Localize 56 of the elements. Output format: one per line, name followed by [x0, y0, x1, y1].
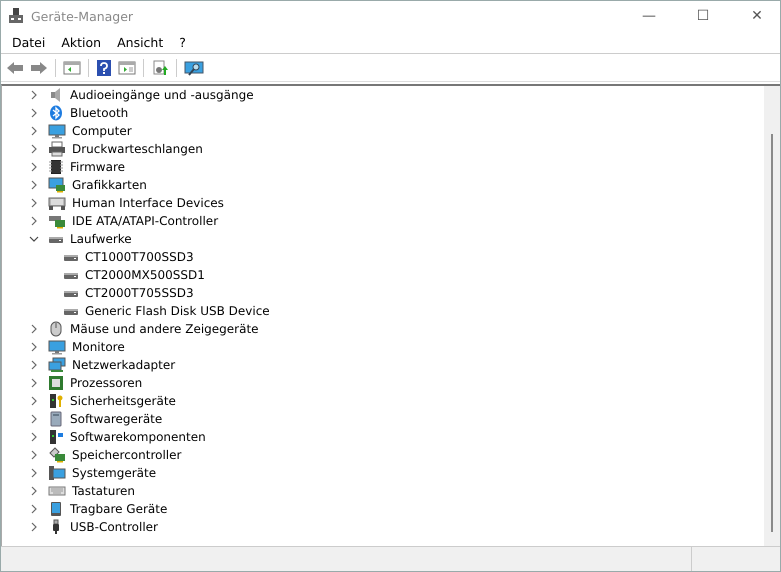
- tree-item[interactable]: USB-Controller: [68, 520, 160, 534]
- tree-item[interactable]: Grafikkarten: [70, 178, 149, 192]
- window-pane-icon[interactable]: [117, 58, 137, 76]
- tree-item[interactable]: Tastaturen: [70, 484, 137, 498]
- window-title: Geräte-Manager: [31, 8, 134, 24]
- tree-item[interactable]: Speichercontroller: [70, 448, 184, 462]
- maximize-button[interactable]: ☐: [680, 1, 726, 31]
- tree-item[interactable]: Generic Flash Disk USB Device: [83, 304, 272, 318]
- tree-item[interactable]: Mäuse und andere Zeigegeräte: [68, 322, 261, 336]
- controller-card-icon: [48, 213, 66, 229]
- tree-item[interactable]: Audioeingänge und -ausgänge: [68, 88, 256, 102]
- close-button[interactable]: ✕: [734, 1, 780, 31]
- monitor-icon: [48, 339, 66, 355]
- tree-item[interactable]: Softwarekomponenten: [68, 430, 208, 444]
- bluetooth-icon: [48, 105, 64, 121]
- tree-item[interactable]: CT1000T700SSD3: [83, 250, 196, 264]
- menu-item[interactable]: Aktion: [54, 32, 108, 52]
- tree-item[interactable]: Human Interface Devices: [70, 196, 226, 210]
- chip-icon: [48, 159, 64, 175]
- tree-item[interactable]: Laufwerke: [68, 232, 134, 246]
- menu-item[interactable]: ?: [172, 32, 193, 52]
- processor-icon: [48, 375, 64, 391]
- system-device-icon: [48, 465, 66, 481]
- graphics-card-icon: [48, 177, 66, 193]
- scan-monitor-icon[interactable]: [183, 58, 205, 76]
- tree-item[interactable]: Firmware: [68, 160, 127, 174]
- tree-item[interactable]: Monitore: [70, 340, 127, 354]
- keyboard-device-icon: [48, 195, 66, 211]
- tree-item[interactable]: Softwaregeräte: [68, 412, 164, 426]
- key-device-icon: [48, 393, 64, 409]
- tree-item[interactable]: Netzwerkadapter: [70, 358, 178, 372]
- puzzle-device-icon: [48, 429, 64, 445]
- app-icon: [9, 8, 23, 24]
- tree-item[interactable]: Computer: [70, 124, 134, 138]
- network-icon: [48, 357, 66, 373]
- tree-item[interactable]: Druckwarteschlangen: [70, 142, 205, 156]
- window-pane-icon[interactable]: [62, 58, 82, 76]
- tree-item[interactable]: Systemgeräte: [70, 466, 158, 480]
- menu-item[interactable]: Ansicht: [110, 32, 170, 52]
- menu-item[interactable]: Datei: [5, 32, 52, 52]
- help-icon[interactable]: [95, 58, 113, 76]
- tree-item[interactable]: Prozessoren: [68, 376, 144, 390]
- mouse-icon: [48, 321, 64, 337]
- tree-item[interactable]: IDE ATA/ATAPI-Controller: [70, 214, 220, 228]
- device-icon: [48, 411, 64, 427]
- storage-controller-icon: [48, 447, 66, 463]
- tree-item[interactable]: Sicherheitsgeräte: [68, 394, 178, 408]
- tablet-icon: [48, 501, 64, 517]
- minimize-button[interactable]: —: [626, 1, 672, 31]
- scrollbar[interactable]: [764, 86, 780, 546]
- tree-item[interactable]: Tragbare Geräte: [68, 502, 170, 516]
- tree-item[interactable]: Bluetooth: [68, 106, 130, 120]
- tree-item[interactable]: CT2000T705SSD3: [83, 286, 196, 300]
- printer-icon: [48, 141, 66, 157]
- tree-item[interactable]: CT2000MX500SSD1: [83, 268, 207, 282]
- monitor-icon: [48, 123, 66, 139]
